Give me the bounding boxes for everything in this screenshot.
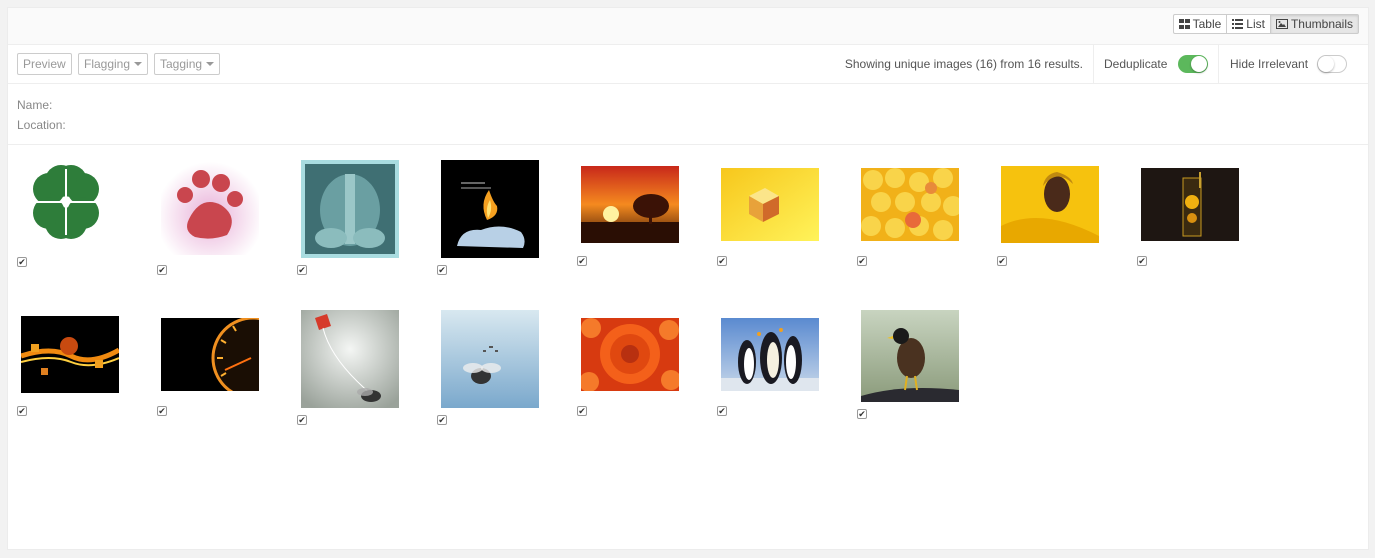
- thumbnails-view-label: Thumbnails: [1290, 17, 1353, 31]
- thumbnail-flame-on-ice[interactable]: [441, 160, 539, 258]
- hide-irrelevant-toggle[interactable]: [1317, 55, 1347, 73]
- caret-down-icon: [206, 62, 215, 66]
- metadata-section: Name: Location:: [8, 84, 1368, 145]
- grid-icon: [1178, 19, 1190, 29]
- select-checkbox[interactable]: ✔: [437, 415, 447, 425]
- flagging-label: Flagging: [84, 57, 131, 71]
- tagging-dropdown[interactable]: Tagging: [154, 53, 221, 75]
- thumbnail-x-ray[interactable]: [301, 160, 399, 258]
- thumbnail-yellow-petals[interactable]: [861, 168, 959, 241]
- select-checkbox[interactable]: ✔: [157, 406, 167, 416]
- view-toggle-group: Table List Thumbnails: [1172, 14, 1359, 34]
- select-checkbox[interactable]: ✔: [17, 257, 27, 267]
- select-checkbox[interactable]: ✔: [717, 406, 727, 416]
- thumbnails-view-button[interactable]: Thumbnails: [1269, 14, 1359, 34]
- thumbnail-four-leaf-clover[interactable]: [21, 157, 111, 247]
- divider: [1093, 45, 1094, 83]
- select-checkbox[interactable]: ✔: [577, 406, 587, 416]
- table-view-label: Table: [1192, 17, 1222, 31]
- table-view-button[interactable]: Table: [1172, 14, 1228, 34]
- toggle-knob: [1318, 56, 1334, 72]
- thumbnail-fire-figure[interactable]: [21, 316, 119, 393]
- caret-down-icon: [134, 62, 143, 66]
- picture-icon: [1275, 19, 1288, 29]
- name-label: Name:: [17, 98, 53, 112]
- thumbnail-speedometer[interactable]: [161, 318, 259, 391]
- select-checkbox[interactable]: ✔: [717, 256, 727, 266]
- select-checkbox[interactable]: ✔: [157, 265, 167, 275]
- thumbnail-penguins[interactable]: [721, 318, 819, 391]
- thumbnail-fly-sky[interactable]: [441, 310, 539, 408]
- thumbnail-orange-flower[interactable]: [581, 318, 679, 391]
- thumbnail-lemon-glass[interactable]: [1141, 168, 1239, 241]
- thumbnail-yellow-cube[interactable]: [721, 168, 819, 241]
- list-view-label: List: [1246, 17, 1265, 31]
- select-checkbox[interactable]: ✔: [297, 265, 307, 275]
- thumbnail-red-paw-print[interactable]: [161, 157, 259, 255]
- select-checkbox[interactable]: ✔: [1137, 256, 1147, 266]
- select-checkbox[interactable]: ✔: [577, 256, 587, 266]
- thumbnail-kite-fly[interactable]: [301, 310, 399, 408]
- tagging-label: Tagging: [160, 57, 203, 71]
- list-view-button[interactable]: List: [1226, 14, 1271, 34]
- select-checkbox[interactable]: ✔: [17, 406, 27, 416]
- thumbnail-sunset-tree[interactable]: [581, 166, 679, 243]
- thumbnail-woman-yellow-fabric[interactable]: [1001, 166, 1099, 243]
- select-checkbox[interactable]: ✔: [437, 265, 447, 275]
- flagging-dropdown[interactable]: Flagging: [78, 53, 149, 75]
- preview-label: Preview: [23, 57, 66, 71]
- list-icon: [1232, 19, 1244, 29]
- deduplicate-label: Deduplicate: [1104, 57, 1168, 71]
- view-bar: Table List Thumbnails: [8, 8, 1368, 45]
- thumbnail-myna-bird[interactable]: [861, 310, 959, 402]
- toggle-knob: [1191, 56, 1207, 72]
- deduplicate-toggle[interactable]: [1178, 55, 1208, 73]
- select-checkbox[interactable]: ✔: [857, 409, 867, 419]
- select-checkbox[interactable]: ✔: [857, 256, 867, 266]
- action-toolbar: Preview Flagging Tagging Showing unique …: [8, 45, 1368, 84]
- preview-button[interactable]: Preview: [17, 53, 72, 75]
- hide-irrelevant-label: Hide Irrelevant: [1230, 57, 1309, 71]
- divider: [1218, 45, 1219, 83]
- location-label: Location:: [17, 118, 66, 132]
- results-panel: Table List Thumbnails Preview Flagging T…: [7, 7, 1369, 550]
- results-status: Showing unique images (16) from 16 resul…: [844, 57, 1083, 71]
- select-checkbox[interactable]: ✔: [297, 415, 307, 425]
- select-checkbox[interactable]: ✔: [997, 256, 1007, 266]
